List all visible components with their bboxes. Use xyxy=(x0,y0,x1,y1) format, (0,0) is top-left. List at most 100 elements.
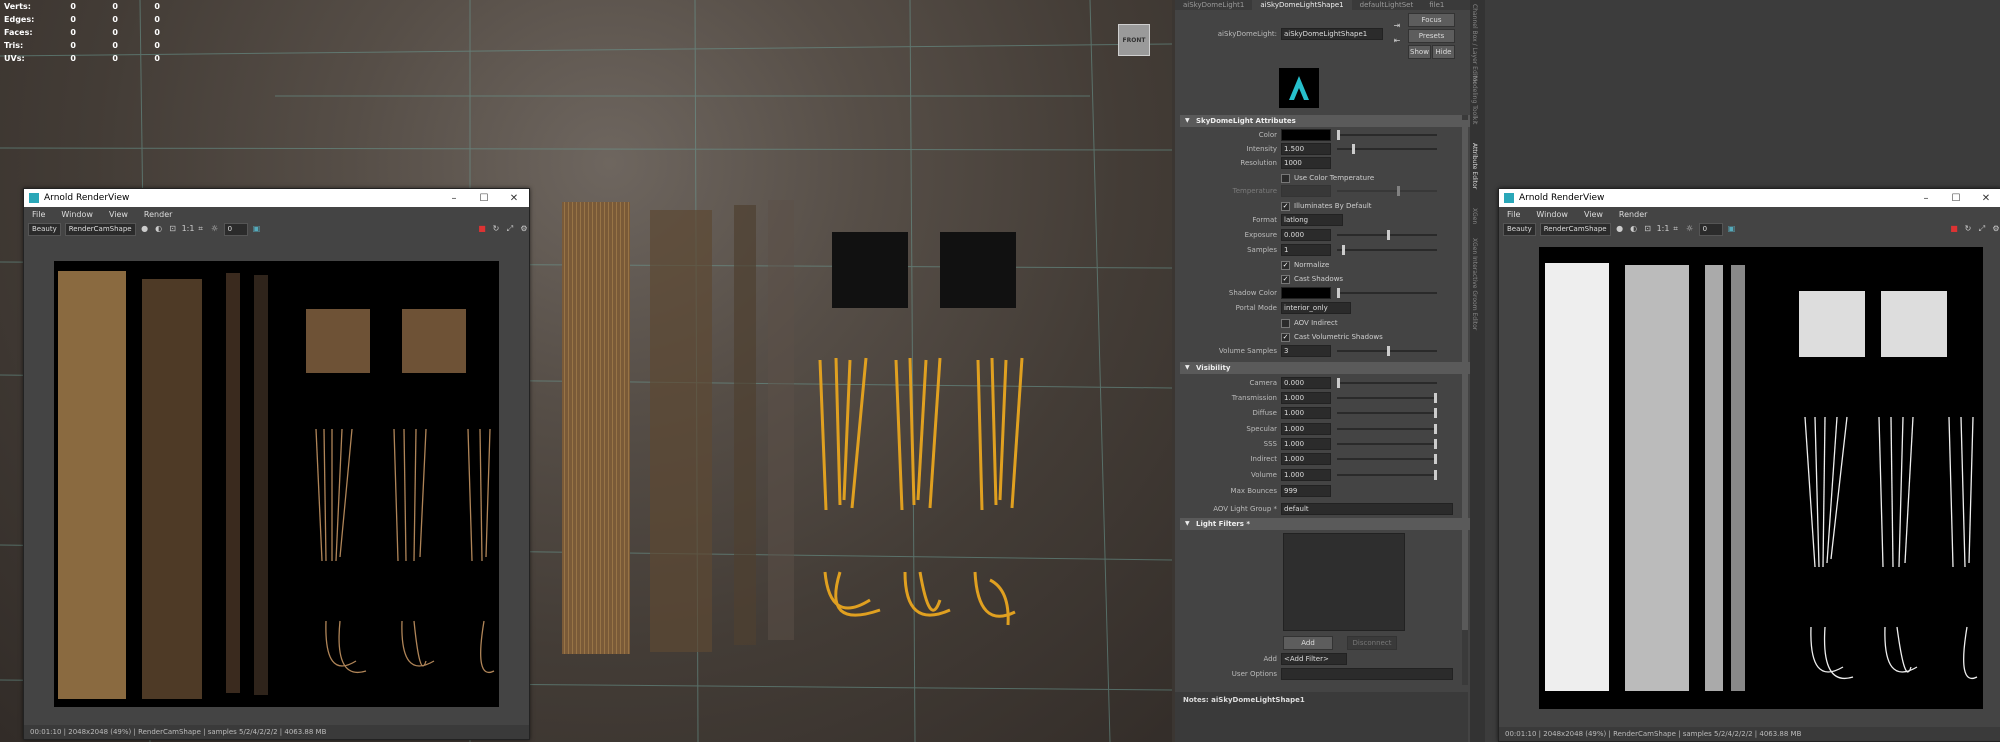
ipr-icon[interactable]: ⤢ xyxy=(1977,224,1987,234)
exposure-field[interactable]: 0 xyxy=(1698,222,1723,236)
section-visibility[interactable]: Visibility xyxy=(1180,362,1479,374)
close-icon[interactable]: ✕ xyxy=(499,193,529,204)
refresh-icon[interactable]: ↻ xyxy=(491,224,501,234)
region-icon[interactable]: ⌗ xyxy=(1671,224,1681,234)
alpha-icon[interactable]: ◐ xyxy=(1629,224,1639,234)
use-color-temp-checkbox[interactable] xyxy=(1281,173,1290,183)
volume-samples-field[interactable]: 3 xyxy=(1281,345,1331,357)
tab-file1[interactable]: file1 xyxy=(1421,0,1452,10)
vis-specular-field[interactable]: 1.000 xyxy=(1281,423,1331,435)
tab-aiskydomelightshape1[interactable]: aiSkyDomeLightShape1 xyxy=(1252,0,1352,10)
side-tab-modeling-toolkit[interactable]: Modeling Toolkit xyxy=(1471,76,1478,124)
add-button[interactable]: Add xyxy=(1283,636,1333,650)
menu-window[interactable]: Window xyxy=(1536,210,1568,219)
menu-window[interactable]: Window xyxy=(61,210,93,219)
side-tab-xgen[interactable]: XGen xyxy=(1471,208,1478,224)
max-bounces-field[interactable]: 999 xyxy=(1281,485,1331,497)
section-light-filters[interactable]: Light Filters * xyxy=(1180,518,1479,530)
shadow-color-slider[interactable] xyxy=(1337,288,1437,298)
maximize-icon[interactable]: ☐ xyxy=(469,193,499,204)
tab-defaultlightset[interactable]: defaultLightSet xyxy=(1352,0,1422,10)
alpha-icon[interactable]: ◐ xyxy=(154,224,164,234)
refresh-icon[interactable]: ↻ xyxy=(1963,224,1973,234)
crop-icon[interactable]: ⊡ xyxy=(1643,224,1653,234)
vis-camera-slider[interactable] xyxy=(1337,378,1437,388)
arnold-renderview-left[interactable]: Arnold RenderView – ☐ ✕ File Window View… xyxy=(23,188,530,740)
menu-file[interactable]: File xyxy=(32,210,45,219)
vis-sss-field[interactable]: 1.000 xyxy=(1281,438,1331,450)
render-stop-icon[interactable]: ■ xyxy=(1949,224,1959,234)
normalize-checkbox[interactable]: ✓ xyxy=(1281,260,1290,270)
exposure-slider[interactable] xyxy=(1337,230,1437,240)
snapshot-icon[interactable]: ▣ xyxy=(1727,224,1737,234)
side-tab-attribute-editor[interactable]: Attribute Editor xyxy=(1471,143,1478,189)
cast-vol-shadows-checkbox[interactable]: ✓ xyxy=(1281,332,1290,342)
settings-icon[interactable]: ⚙ xyxy=(1991,224,2000,234)
aov-select[interactable]: Beauty xyxy=(28,222,61,236)
section-skydomelight-attributes[interactable]: SkyDomeLight Attributes xyxy=(1180,115,1479,127)
volume-samples-slider[interactable] xyxy=(1337,346,1437,356)
color-channels-icon[interactable]: ● xyxy=(1615,224,1625,234)
menu-file[interactable]: File xyxy=(1507,210,1520,219)
cast-shadows-checkbox[interactable]: ✓ xyxy=(1281,274,1290,284)
renderview-titlebar[interactable]: Arnold RenderView – ☐ ✕ xyxy=(24,189,529,207)
color-swatch[interactable] xyxy=(1281,129,1331,141)
node-name-field[interactable]: aiSkyDomeLightShape1 xyxy=(1281,28,1383,40)
color-slider[interactable] xyxy=(1337,130,1437,140)
intensity-field[interactable]: 1.500 xyxy=(1281,143,1331,155)
render-image[interactable] xyxy=(1539,247,1983,709)
maximize-icon[interactable]: ☐ xyxy=(1941,193,1971,204)
focus-button[interactable]: Focus xyxy=(1408,13,1455,27)
samples-field[interactable]: 1 xyxy=(1281,244,1331,256)
render-image[interactable] xyxy=(54,261,499,707)
zoom-ratio[interactable]: 1:1 xyxy=(182,224,195,234)
resolution-field[interactable]: 1000 xyxy=(1281,157,1331,169)
ipr-icon[interactable]: ⤢ xyxy=(505,224,515,234)
vis-indirect-slider[interactable] xyxy=(1337,454,1437,464)
aov-group-field[interactable]: default xyxy=(1281,503,1453,515)
vis-camera-field[interactable]: 0.000 xyxy=(1281,377,1331,389)
renderview-titlebar[interactable]: Arnold RenderView – ☐ ✕ xyxy=(1499,189,2000,207)
light-filter-list[interactable] xyxy=(1283,533,1405,631)
aov-select[interactable]: Beauty xyxy=(1503,222,1536,236)
minimize-icon[interactable]: – xyxy=(1911,193,1941,204)
node-nav-icon-2[interactable]: ⇤ xyxy=(1392,36,1402,46)
camera-select[interactable]: RenderCamShape xyxy=(1539,222,1611,236)
vis-diffuse-field[interactable]: 1.000 xyxy=(1281,407,1331,419)
vis-volume-slider[interactable] xyxy=(1337,470,1437,480)
vis-indirect-field[interactable]: 1.000 xyxy=(1281,453,1331,465)
illum-default-checkbox[interactable]: ✓ xyxy=(1281,201,1290,211)
menu-view[interactable]: View xyxy=(109,210,128,219)
color-channels-icon[interactable]: ● xyxy=(140,224,150,234)
maya-viewport[interactable]: Verts: 0 0 0 Edges: 0 0 0 Faces: 0 0 0 Tris: 0 0 0 U… xyxy=(0,0,1172,742)
add-filter-select[interactable]: <Add Filter> xyxy=(1281,653,1347,665)
arnold-renderview-right[interactable]: Arnold RenderView – ☐ ✕ File Window View… xyxy=(1498,188,2000,742)
samples-slider[interactable] xyxy=(1337,245,1437,255)
zoom-ratio[interactable]: 1:1 xyxy=(1657,224,1670,234)
disconnect-button[interactable]: Disconnect xyxy=(1347,636,1397,650)
camera-select[interactable]: RenderCamShape xyxy=(64,222,136,236)
format-select[interactable]: latlong xyxy=(1281,214,1343,226)
exposure-field[interactable]: 0 xyxy=(223,222,248,236)
user-options-field[interactable] xyxy=(1281,668,1453,680)
show-button[interactable]: Show xyxy=(1408,45,1431,59)
vis-transmission-slider[interactable] xyxy=(1337,393,1437,403)
scrollbar[interactable] xyxy=(1462,115,1468,685)
intensity-slider[interactable] xyxy=(1337,144,1437,154)
region-icon[interactable]: ⌗ xyxy=(196,224,206,234)
menu-view[interactable]: View xyxy=(1584,210,1603,219)
shadow-color-swatch[interactable] xyxy=(1281,287,1331,299)
vis-volume-field[interactable]: 1.000 xyxy=(1281,469,1331,481)
menu-render[interactable]: Render xyxy=(144,210,172,219)
render-stop-icon[interactable]: ■ xyxy=(477,224,487,234)
vis-transmission-field[interactable]: 1.000 xyxy=(1281,392,1331,404)
node-nav-icon[interactable]: ⇥ xyxy=(1392,21,1402,31)
vis-sss-slider[interactable] xyxy=(1337,439,1437,449)
crop-icon[interactable]: ⊡ xyxy=(168,224,178,234)
vis-specular-slider[interactable] xyxy=(1337,424,1437,434)
settings-icon[interactable]: ⚙ xyxy=(519,224,529,234)
side-tab-channel-box[interactable]: Channel Box / Layer Editor xyxy=(1471,4,1478,84)
vis-diffuse-slider[interactable] xyxy=(1337,408,1437,418)
portal-mode-select[interactable]: interior_only xyxy=(1281,302,1351,314)
tab-aiskydomelight1[interactable]: aiSkyDomeLight1 xyxy=(1175,0,1252,10)
